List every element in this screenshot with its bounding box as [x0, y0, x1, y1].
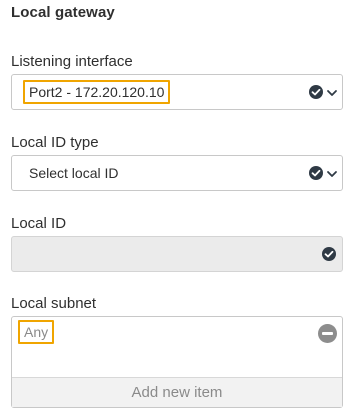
check-circle-icon [309, 166, 323, 180]
chevron-down-icon[interactable] [326, 167, 338, 179]
local-id-type-label: Local ID type [11, 134, 99, 151]
listening-interface-value: Port2 - 172.20.120.10 [23, 80, 171, 104]
local-id-type-value: Select local ID [29, 165, 119, 181]
local-gateway-panel: Local gateway Listening interface Port2 … [0, 0, 351, 410]
list-item: Any [12, 317, 342, 351]
local-subnet-label: Local subnet [11, 295, 97, 312]
local-id-label: Local ID [11, 215, 67, 232]
listening-interface-label: Listening interface [11, 53, 133, 70]
section-title: Local gateway [11, 4, 115, 21]
add-new-item-button[interactable]: Add new item [12, 377, 342, 407]
local-subnet-list: Any Add new item [11, 316, 343, 408]
listening-interface-select[interactable]: Port2 - 172.20.120.10 [11, 74, 343, 110]
check-circle-icon [309, 85, 323, 99]
subnet-item-any[interactable]: Any [18, 320, 55, 344]
chevron-down-icon[interactable] [326, 86, 338, 98]
local-id-type-select[interactable]: Select local ID [11, 155, 343, 191]
check-circle-icon [322, 247, 336, 261]
local-id-field[interactable] [11, 236, 343, 272]
remove-circle-icon[interactable] [318, 324, 337, 343]
